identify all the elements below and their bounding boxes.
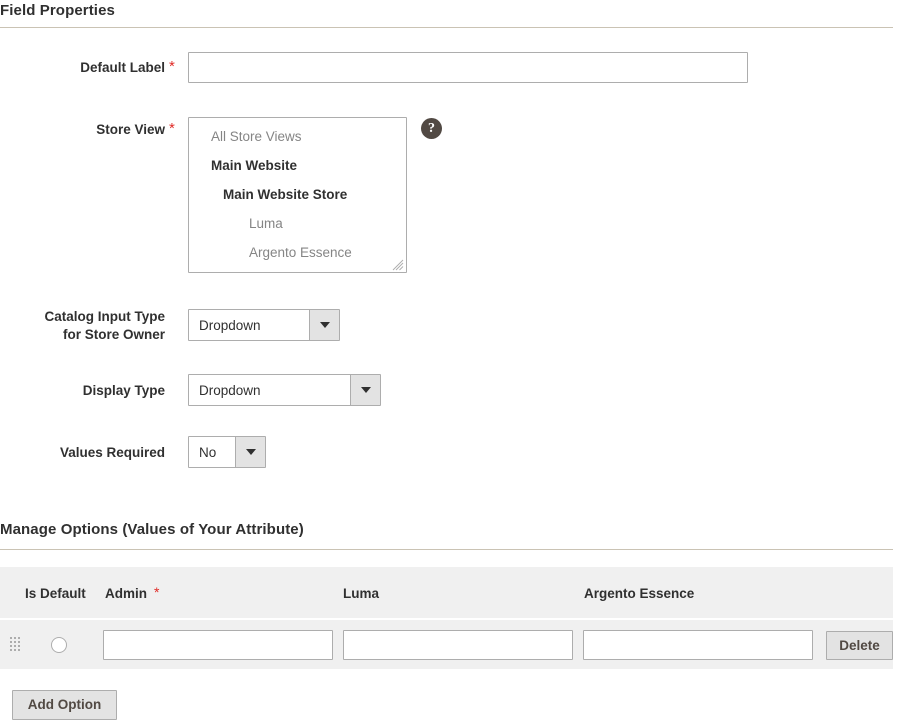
values-required-select[interactable]: No — [188, 436, 266, 468]
option-admin-input[interactable] — [103, 630, 333, 660]
store-view-help-icon[interactable]: ? — [421, 118, 442, 139]
catalog-input-type-label: Catalog Input Type for Store Owner — [0, 308, 166, 344]
store-view-multiselect[interactable]: All Store Views Main Website Main Websit… — [188, 117, 407, 273]
manage-options-heading: Manage Options (Values of Your Attribute… — [0, 521, 304, 538]
store-view-option-all-store-views[interactable]: All Store Views — [189, 118, 406, 151]
attribute-edit-form: Field Properties Default Label * Store V… — [0, 0, 900, 725]
option-luma-input[interactable] — [343, 630, 573, 660]
is-default-radio[interactable] — [51, 637, 67, 653]
default-label-input[interactable] — [188, 52, 748, 83]
display-type-select[interactable]: Dropdown — [188, 374, 381, 406]
add-option-button[interactable]: Add Option — [12, 690, 117, 720]
default-label-label: Default Label — [80, 60, 165, 75]
store-view-option-main-website-store[interactable]: Main Website Store — [189, 180, 406, 209]
field-properties-heading: Field Properties — [0, 2, 115, 19]
manage-options-divider — [0, 549, 893, 550]
column-header-admin-required-marker: * — [154, 584, 160, 600]
catalog-input-type-label-line2: for Store Owner — [62, 327, 165, 342]
values-required-label: Values Required — [59, 445, 165, 460]
values-required-select-value: No — [189, 437, 235, 467]
display-type-select-value: Dropdown — [189, 375, 350, 405]
catalog-input-type-select-value: Dropdown — [189, 310, 309, 340]
column-header-is-default: Is Default — [25, 586, 86, 601]
chevron-down-icon[interactable] — [350, 375, 380, 405]
store-view-option-luma[interactable]: Luma — [189, 209, 406, 238]
column-header-admin: Admin — [105, 586, 147, 601]
store-view-option-main-website[interactable]: Main Website — [189, 151, 406, 180]
drag-handle-icon[interactable] — [10, 637, 21, 652]
store-view-required-marker: * — [169, 120, 175, 137]
column-header-argento-essence: Argento Essence — [584, 586, 695, 601]
column-header-luma: Luma — [343, 586, 380, 601]
chevron-down-icon[interactable] — [235, 437, 265, 467]
display-type-label: Display Type — [82, 383, 165, 398]
store-view-label: Store View — [96, 122, 165, 137]
option-argento-essence-input[interactable] — [583, 630, 813, 660]
field-properties-divider — [0, 27, 893, 28]
default-label-required-marker: * — [169, 58, 175, 75]
catalog-input-type-select[interactable]: Dropdown — [188, 309, 340, 341]
delete-option-button[interactable]: Delete — [826, 631, 893, 660]
chevron-down-icon[interactable] — [309, 310, 339, 340]
catalog-input-type-label-line1: Catalog Input Type — [44, 309, 166, 324]
store-view-option-argento-essence[interactable]: Argento Essence — [189, 238, 406, 267]
